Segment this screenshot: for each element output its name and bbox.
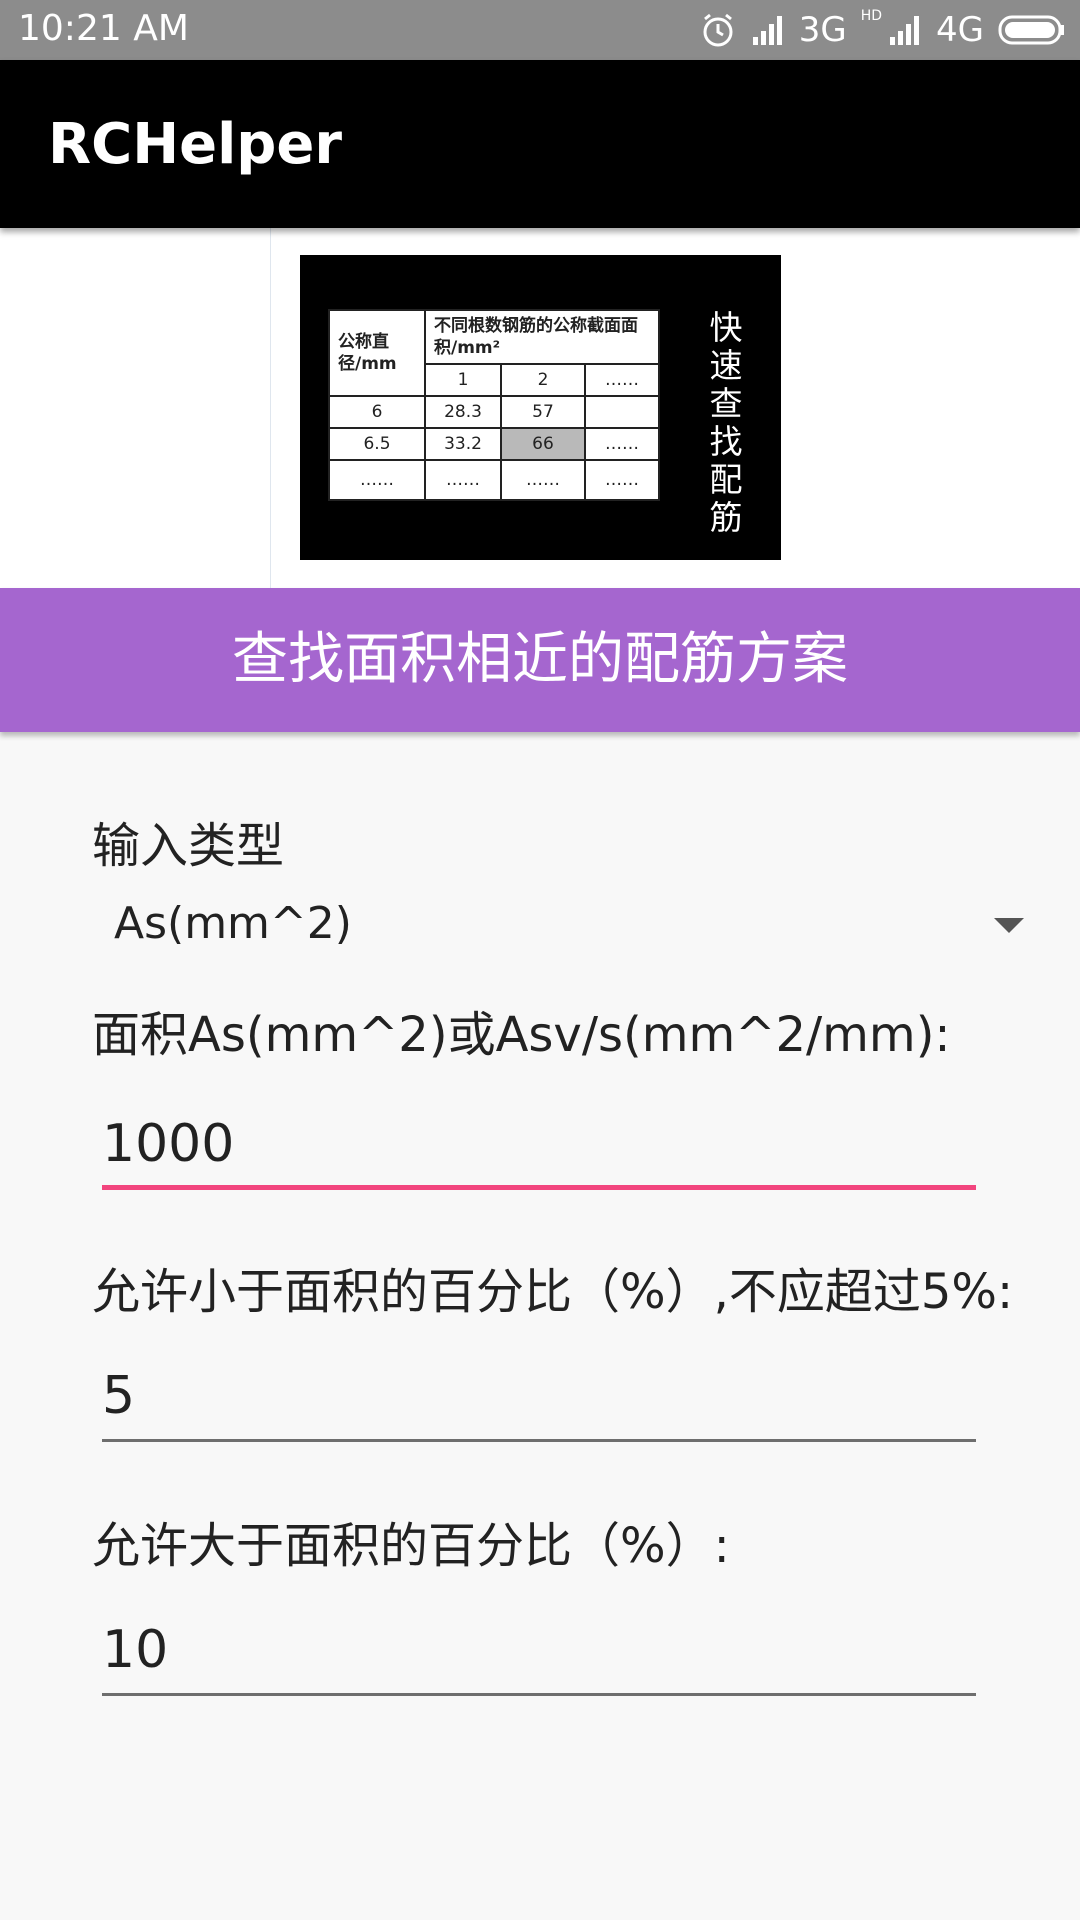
- network-4g-label: 4G: [936, 10, 984, 50]
- hd-label: HD: [860, 8, 883, 24]
- table-cell: ……: [584, 427, 660, 461]
- table-row: 6 28.3 57: [328, 395, 660, 429]
- network-3g-label: 3G: [798, 10, 847, 50]
- signal-icon: [888, 13, 922, 47]
- table-cell: 28.3: [424, 395, 502, 429]
- lower-percent-input[interactable]: 5: [102, 1352, 976, 1442]
- alarm-icon: [699, 11, 737, 49]
- banner-vertical-title: 快速查找配筋: [709, 308, 743, 537]
- find-rebar-scheme-button[interactable]: 查找面积相近的配筋方案: [0, 588, 1080, 732]
- table-subheader: ……: [584, 363, 660, 397]
- battery-icon: [998, 13, 1066, 47]
- table-cell: 6: [328, 395, 426, 429]
- table-cell-highlighted: 66: [500, 427, 586, 461]
- area-input[interactable]: 1000: [102, 1100, 976, 1190]
- input-type-value: As(mm^2): [114, 898, 352, 949]
- table-cell: 57: [500, 395, 586, 429]
- table-cell: ……: [500, 459, 586, 501]
- table-subheader: 1: [424, 363, 502, 397]
- input-underline: [102, 1693, 976, 1696]
- table-cell: ……: [328, 459, 426, 501]
- table-header-area: 不同根数钢筋的公称截面面积/mm²: [424, 309, 660, 365]
- table-cell: 6.5: [328, 427, 426, 461]
- app-bar: RCHelper: [0, 60, 1080, 228]
- upper-percent-input[interactable]: 10: [102, 1606, 976, 1696]
- app-title: RCHelper: [48, 112, 342, 177]
- table-cell: ……: [424, 459, 502, 501]
- status-bar: 10:21 AM 3G HD 4G: [0, 0, 1080, 60]
- rebar-lookup-banner: 公称直径/mm 不同根数钢筋的公称截面面积/mm² 1 2 …… 6 28.3 …: [300, 255, 781, 560]
- table-row: …… …… …… ……: [328, 459, 660, 501]
- lower-percent-value: 5: [102, 1366, 136, 1426]
- table-header-diameter: 公称直径/mm: [328, 309, 426, 397]
- table-subheader: 2: [500, 363, 586, 397]
- dropdown-arrow-icon: [994, 918, 1024, 933]
- upper-percent-label: 允许大于面积的百分比（%）:: [92, 1518, 730, 1574]
- table-cell: ……: [584, 459, 660, 501]
- table-cell: 33.2: [424, 427, 502, 461]
- status-time: 10:21 AM: [18, 8, 189, 49]
- area-input-value: 1000: [102, 1114, 235, 1174]
- divider: [270, 228, 271, 588]
- table-row: 6.5 33.2 66 ……: [328, 427, 660, 461]
- area-label: 面积As(mm^2)或Asv/s(mm^2/mm):: [92, 1007, 951, 1063]
- signal-icon: [751, 13, 785, 47]
- upper-percent-value: 10: [102, 1620, 169, 1680]
- input-underline: [102, 1439, 976, 1442]
- status-icons: 3G HD 4G: [699, 6, 1066, 54]
- table-cell: [584, 395, 660, 429]
- input-type-label: 输入类型: [92, 818, 285, 874]
- lower-percent-label: 允许小于面积的百分比（%）,不应超过5%:: [92, 1264, 1014, 1320]
- input-type-spinner[interactable]: As(mm^2): [92, 880, 1032, 970]
- rebar-area-table: 公称直径/mm 不同根数钢筋的公称截面面积/mm² 1 2 …… 6 28.3 …: [328, 309, 660, 501]
- input-underline: [102, 1185, 976, 1190]
- banner-area: 公称直径/mm 不同根数钢筋的公称截面面积/mm² 1 2 …… 6 28.3 …: [0, 228, 1080, 588]
